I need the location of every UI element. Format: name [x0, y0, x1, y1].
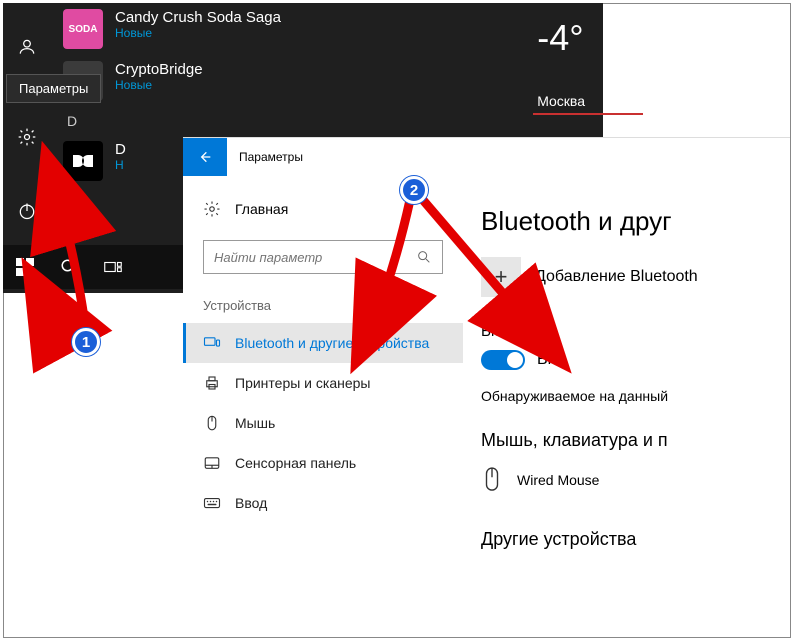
step-badge-2: 2	[400, 176, 428, 204]
power-icon	[17, 201, 37, 221]
touchpad-icon	[203, 454, 221, 472]
plus-icon: +	[481, 257, 521, 297]
back-button[interactable]	[183, 138, 227, 176]
keyboard-icon	[203, 494, 221, 512]
app-subtitle: Н	[115, 158, 126, 172]
nav-label: Сенсорная панель	[235, 455, 356, 471]
task-view-button[interactable]	[91, 245, 135, 289]
arrow-left-icon	[197, 149, 213, 165]
search-input[interactable]	[214, 250, 416, 265]
nav-label: Мышь	[235, 415, 275, 431]
devices-icon	[203, 334, 221, 352]
mouse-icon	[481, 465, 503, 495]
settings-titlebar: Параметры	[183, 138, 790, 176]
step-badge-1: 1	[72, 328, 100, 356]
search-button[interactable]	[47, 245, 91, 289]
search-icon	[416, 249, 432, 265]
nav-bluetooth[interactable]: Bluetooth и другие устройства	[183, 323, 463, 363]
settings-nav: Главная Устройства Bluetooth и другие ус…	[183, 176, 463, 637]
mk-header: Мышь, клавиатура и п	[481, 430, 790, 451]
bluetooth-state: Вкл.	[537, 351, 569, 369]
settings-content: Bluetooth и друг + Добавление Bluetooth …	[463, 176, 790, 637]
nav-mouse[interactable]: Мышь	[183, 403, 463, 443]
weather-accent-line	[533, 113, 643, 115]
app-subtitle: Новые	[115, 26, 281, 40]
candy-crush-icon: SODA	[63, 9, 103, 49]
gear-icon	[17, 127, 37, 147]
windows-logo-icon	[16, 258, 34, 276]
other-devices-header: Другие устройства	[481, 529, 790, 550]
window-title: Параметры	[227, 150, 303, 164]
nav-home-label: Главная	[235, 201, 288, 217]
app-title: Candy Crush Soda Saga	[115, 9, 281, 26]
weather-temp: -4°	[537, 17, 585, 59]
user-icon	[17, 37, 37, 57]
weather-city: Москва	[537, 93, 585, 109]
nav-typing[interactable]: Ввод	[183, 483, 463, 523]
settings-button[interactable]	[3, 113, 51, 161]
task-view-icon	[104, 258, 122, 276]
nav-label: Bluetooth и другие устройства	[235, 335, 429, 351]
settings-window: Параметры Главная Устройства Bluetooth и…	[183, 137, 790, 637]
mouse-icon	[203, 414, 221, 432]
nav-printers[interactable]: Принтеры и сканеры	[183, 363, 463, 403]
alpha-header[interactable]: D	[51, 107, 603, 135]
nav-label: Принтеры и сканеры	[235, 375, 370, 391]
device-wired-mouse[interactable]: Wired Mouse	[481, 465, 790, 495]
app-title: CryptoBridge	[115, 61, 203, 78]
app-tile-cryptobridge[interactable]: CryptoBridge Новые	[51, 55, 603, 107]
nav-touchpad[interactable]: Сенсорная панель	[183, 443, 463, 483]
printer-icon	[203, 374, 221, 392]
discoverable-text: Обнаруживаемое на данный	[481, 388, 790, 404]
settings-tooltip: Параметры	[6, 74, 101, 103]
taskbar	[3, 245, 183, 289]
page-header: Bluetooth и друг	[481, 206, 790, 237]
add-device-label: Добавление Bluetooth	[535, 268, 698, 286]
gear-icon	[203, 200, 221, 218]
app-subtitle: Новые	[115, 78, 203, 92]
weather-tile[interactable]: -4° Москва	[537, 17, 585, 109]
settings-search[interactable]	[203, 240, 443, 274]
add-device-row[interactable]: + Добавление Bluetooth	[481, 257, 790, 297]
bluetooth-label: Bluetooth	[481, 323, 790, 340]
search-icon	[60, 258, 78, 276]
app-title: D	[115, 141, 126, 158]
dolby-icon	[63, 141, 103, 181]
user-account-button[interactable]	[3, 23, 51, 71]
app-tile-candy-crush[interactable]: SODA Candy Crush Soda Saga Новые	[51, 3, 603, 55]
bluetooth-toggle[interactable]	[481, 350, 525, 370]
start-button[interactable]	[3, 245, 47, 289]
nav-category-header: Устройства	[183, 292, 463, 323]
power-button[interactable]	[3, 187, 51, 235]
device-label: Wired Mouse	[517, 472, 599, 488]
nav-label: Ввод	[235, 495, 267, 511]
